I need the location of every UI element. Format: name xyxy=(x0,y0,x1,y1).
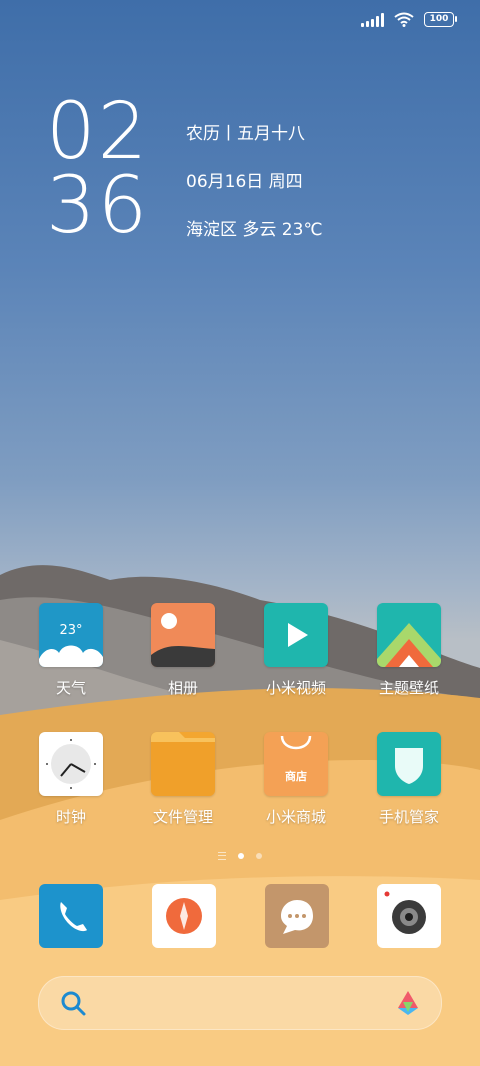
clock-icon xyxy=(39,732,103,796)
themes-icon xyxy=(377,603,441,667)
clock-hours: 02 xyxy=(46,87,150,177)
camera-icon[interactable] xyxy=(377,884,441,948)
battery-indicator: 100 xyxy=(424,12,457,27)
lunar-date: 农历丨五月十八 xyxy=(186,124,305,144)
app-security[interactable]: 手机管家 xyxy=(354,732,464,827)
app-weather[interactable]: 23° 天气 xyxy=(16,603,126,698)
home-screen: 100 02 36 农历丨五月十八 06月16日 周四 海淀区 多云 23℃ 2… xyxy=(0,0,480,1066)
store-badge: 商店 xyxy=(285,770,307,783)
search-icon xyxy=(61,991,86,1016)
messages-icon[interactable] xyxy=(265,884,329,948)
app-store[interactable]: 商店 小米商城 xyxy=(241,732,351,827)
clock-widget[interactable]: 02 36 xyxy=(46,87,150,251)
app-files[interactable]: 文件管理 xyxy=(128,732,238,827)
weather-icon: 23° xyxy=(39,603,103,667)
shopping-bag-icon: 商店 xyxy=(264,732,328,796)
calendar-date: 06月16日 周四 xyxy=(186,172,303,192)
page-indicator xyxy=(218,852,262,860)
compass-icon[interactable] xyxy=(152,884,216,948)
weather-summary: 海淀区 多云 23℃ xyxy=(186,220,323,240)
folder-icon xyxy=(151,732,215,796)
app-label-store: 小米商城 xyxy=(265,808,326,826)
page-dot-active[interactable] xyxy=(238,853,244,859)
app-clock[interactable]: 时钟 xyxy=(16,732,126,827)
app-gallery[interactable]: 相册 xyxy=(128,603,238,698)
signal-icon xyxy=(361,12,384,27)
page-dot[interactable] xyxy=(256,853,262,859)
app-label-themes: 主题壁纸 xyxy=(378,679,439,697)
app-video[interactable]: 小米视频 xyxy=(241,603,351,698)
app-label-clock: 时钟 xyxy=(55,808,86,826)
app-label-files: 文件管理 xyxy=(152,808,213,826)
status-bar: 100 xyxy=(361,12,457,27)
shield-icon xyxy=(377,732,441,796)
date-weather-widget[interactable]: 农历丨五月十八 06月16日 周四 海淀区 多云 23℃ xyxy=(186,122,323,266)
clock-minutes: 36 xyxy=(46,161,150,251)
phone-app-icon[interactable] xyxy=(39,884,103,948)
menu-icon[interactable] xyxy=(218,852,226,860)
assistant-icon[interactable] xyxy=(393,988,423,1018)
app-label-weather: 天气 xyxy=(55,679,86,697)
app-label-gallery: 相册 xyxy=(167,679,198,697)
app-label-video: 小米视频 xyxy=(265,679,326,697)
wifi-icon xyxy=(394,12,414,27)
search-bar[interactable] xyxy=(38,976,442,1030)
app-themes[interactable]: 主题壁纸 xyxy=(354,603,464,698)
gallery-icon xyxy=(151,603,215,667)
play-icon xyxy=(264,603,328,667)
app-label-security: 手机管家 xyxy=(378,808,439,826)
